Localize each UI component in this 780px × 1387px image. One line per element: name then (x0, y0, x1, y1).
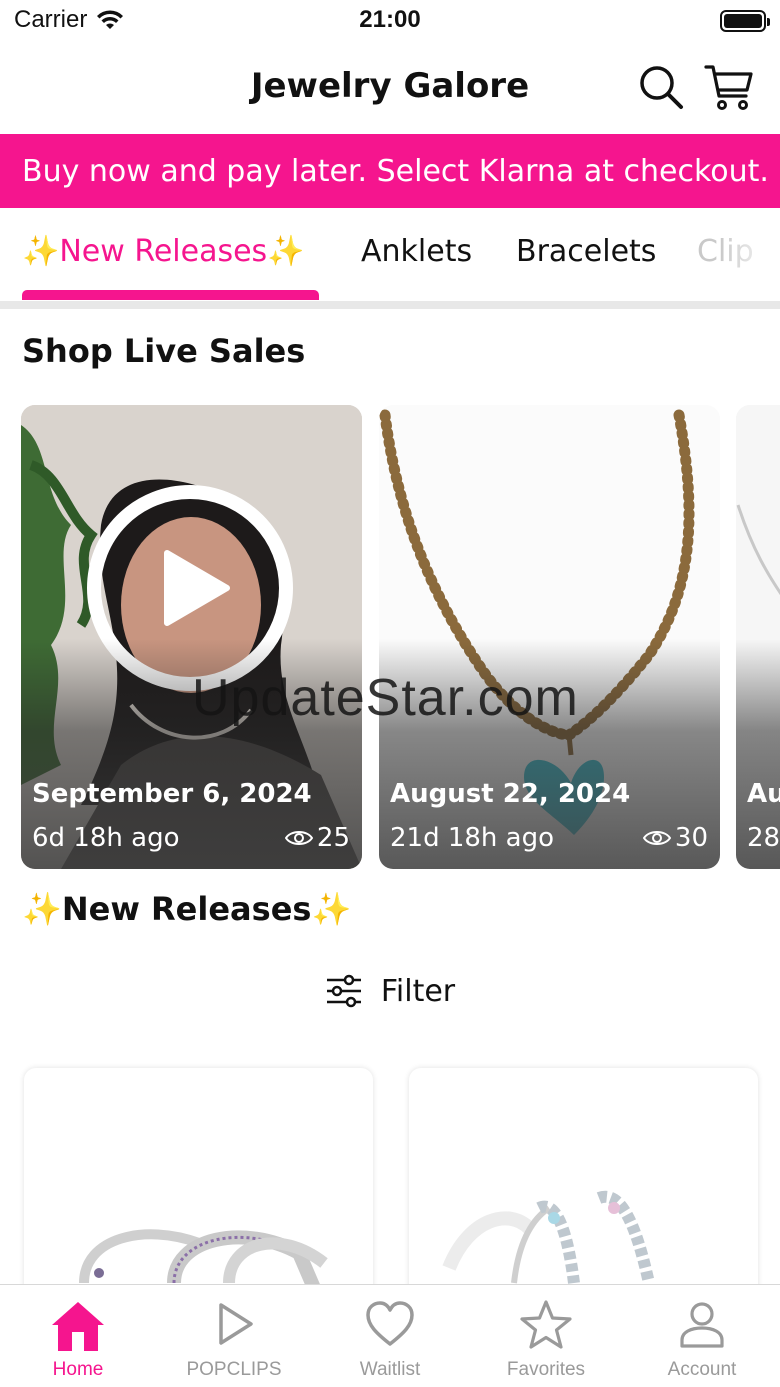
play-icon (164, 550, 230, 626)
cart-button[interactable] (704, 62, 754, 112)
live-sales-title: Shop Live Sales (22, 332, 306, 370)
category-tabs: ✨New Releases✨ Anklets Bracelets Clip (0, 208, 780, 304)
product-card[interactable] (409, 1068, 758, 1308)
view-count-value: 30 (674, 823, 708, 853)
klarna-promo-banner[interactable]: Buy now and pay later. Select Klarna at … (0, 134, 780, 208)
live-sale-card[interactable]: August 22, 2024 21d 18h ago 30 (379, 405, 720, 869)
search-icon (640, 66, 683, 109)
filter-button[interactable]: Filter (0, 966, 780, 1016)
sale-date: August 22, 2024 (390, 779, 631, 809)
tab-popclips[interactable]: POPCLIPS (156, 1285, 312, 1387)
filter-label: Filter (380, 973, 456, 1009)
tab-home-label: Home (52, 1359, 104, 1380)
active-tab-indicator (22, 290, 319, 300)
star-icon (520, 1300, 572, 1349)
tab-waitlist[interactable]: Waitlist (312, 1285, 468, 1387)
tab-waitlist-label: Waitlist (359, 1359, 421, 1380)
tab-new-releases[interactable]: ✨New Releases✨ (22, 234, 305, 269)
view-count: 30 (642, 823, 708, 853)
search-button[interactable] (636, 62, 686, 112)
cart-icon (704, 65, 753, 110)
tab-account[interactable]: Account (624, 1285, 780, 1387)
status-bar: Carrier 21:00 (0, 0, 780, 44)
bangles-product-image (442, 1190, 655, 1285)
live-sale-card[interactable]: September 6, 2024 6d 18h ago 25 (21, 405, 362, 869)
battery-icon (720, 10, 770, 32)
home-icon (52, 1302, 104, 1351)
live-sale-card[interactable]: Au 28 (736, 405, 780, 869)
view-count-value: 25 (316, 823, 350, 853)
tab-bracelets[interactable]: Bracelets (516, 234, 656, 269)
earrings-product-image (79, 1229, 328, 1291)
sliders-icon (326, 974, 361, 1008)
person-icon (680, 1302, 724, 1348)
tab-popclips-label: POPCLIPS (186, 1359, 282, 1380)
heart-icon (366, 1301, 414, 1346)
bottom-tab-bar: Home POPCLIPS Waitlist Favorites Account (0, 1284, 780, 1387)
play-icon (219, 1303, 253, 1345)
live-sales-carousel[interactable]: September 6, 2024 6d 18h ago 25 August 2… (0, 405, 780, 871)
eye-icon (642, 831, 671, 845)
sale-date: September 6, 2024 (32, 779, 312, 809)
product-card[interactable] (24, 1068, 373, 1308)
status-time: 21:00 (359, 6, 421, 33)
promo-text: Buy now and pay later. Select Klarna at … (22, 153, 769, 189)
eye-icon (284, 831, 313, 845)
sale-time-ago: 28 (747, 823, 780, 853)
tabs-divider (0, 301, 780, 309)
tab-anklets[interactable]: Anklets (361, 234, 472, 269)
view-count: 25 (284, 823, 350, 853)
watermark: UpdateStar.com (192, 669, 579, 727)
tab-home[interactable]: Home (0, 1285, 156, 1387)
new-releases-title: ✨New Releases✨ (22, 890, 352, 928)
tab-favorites[interactable]: Favorites (468, 1285, 624, 1387)
tabs-fade (720, 208, 780, 304)
sale-time-ago: 21d 18h ago (390, 823, 555, 853)
app-header: Jewelry Galore (0, 44, 780, 134)
sale-date: Au (747, 779, 780, 809)
sale-time-ago: 6d 18h ago (32, 823, 180, 853)
tab-account-label: Account (667, 1359, 737, 1380)
tab-favorites-label: Favorites (506, 1359, 586, 1380)
